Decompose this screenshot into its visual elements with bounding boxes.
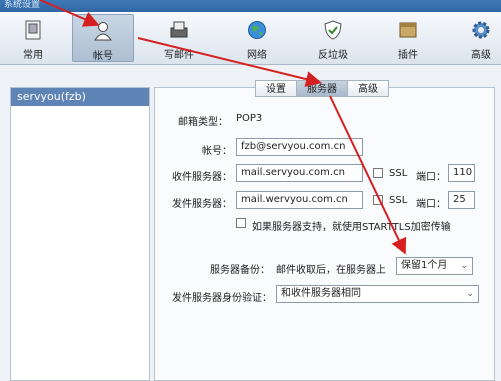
tab-settings[interactable]: 设置 (255, 80, 297, 97)
incoming-server-label: 收件服务器： (172, 172, 232, 183)
toolbar-label-anti-spam: 反垃圾 (318, 50, 348, 61)
outgoing-server-field[interactable]: mail.wervyou.com.cn (236, 191, 363, 209)
server-backup-description: 邮件收取后，在服务器上 (276, 265, 386, 276)
account-label: 帐号： (202, 146, 232, 157)
smtp-auth-label: 发件服务器身份验证： (172, 293, 272, 304)
toolbar-item-account[interactable]: 帐号 (72, 14, 134, 62)
incoming-server-field[interactable]: mail.servyou.com.cn (236, 164, 363, 182)
toolbar-item-common[interactable]: 常用 (2, 14, 64, 62)
settings-panel (154, 87, 495, 381)
toolbar-item-network[interactable]: 网络 (226, 14, 288, 62)
chevron-down-icon: ⌄ (460, 261, 468, 271)
anti-spam-icon (324, 20, 342, 40)
tab-advanced[interactable]: 高级 (347, 80, 389, 97)
starttls-checkbox[interactable] (236, 218, 246, 228)
mailbox-type-value: POP3 (236, 113, 263, 124)
gear-icon (472, 21, 490, 39)
toolbar-label-compose: 写邮件 (164, 50, 194, 61)
mailbox-type-label: 邮箱类型： (178, 117, 228, 128)
account-list-item[interactable]: servyou(fzb) (11, 88, 149, 106)
toolbar-item-compose[interactable]: 写邮件 (148, 14, 210, 62)
account-list: servyou(fzb) (10, 87, 150, 381)
compose-icon (170, 21, 188, 38)
outgoing-port-label: 端口： (416, 199, 446, 210)
smtp-auth-select[interactable]: 和收件服务器相同 ⌄ (276, 285, 479, 303)
account-field[interactable]: fzb@servyou.com.cn (236, 138, 363, 156)
toolbar-item-plugin[interactable]: 插件 (377, 14, 439, 62)
chevron-down-icon: ⌄ (466, 289, 474, 299)
toolbar-item-anti-spam[interactable]: 反垃圾 (302, 14, 364, 62)
account-icon (94, 22, 112, 41)
common-settings-icon (25, 20, 41, 40)
toolbar-label-network: 网络 (247, 50, 267, 61)
plugin-icon (399, 22, 417, 38)
smtp-auth-value: 和收件服务器相同 (281, 288, 361, 299)
server-backup-select[interactable]: 保留1个月 ⌄ (396, 257, 473, 275)
outgoing-ssl-label: SSL (389, 195, 408, 206)
server-backup-label: 服务器备份： (210, 265, 270, 276)
toolbar-label-plugin: 插件 (398, 50, 418, 61)
incoming-ssl-label: SSL (389, 168, 408, 179)
incoming-port-label: 端口： (416, 172, 446, 183)
toolbar: 常用 帐号 写邮件 网络 反垃圾 插件 高级 (0, 12, 501, 65)
network-icon (248, 21, 266, 39)
starttls-label: 如果服务器支持，就使用STARTTLS加密传输 (252, 222, 451, 233)
outgoing-server-label: 发件服务器： (172, 199, 232, 210)
outgoing-ssl-checkbox[interactable] (373, 195, 383, 205)
toolbar-label-common: 常用 (23, 50, 43, 61)
window-title: 系统设置 (0, 0, 501, 12)
outgoing-port-field[interactable]: 25 (448, 191, 475, 209)
server-backup-value: 保留1个月 (401, 260, 448, 271)
toolbar-item-advanced[interactable]: 高级 (450, 14, 501, 62)
incoming-ssl-checkbox[interactable] (373, 168, 383, 178)
tab-server[interactable]: 服务器 (296, 80, 348, 97)
toolbar-label-account: 帐号 (93, 51, 113, 62)
incoming-port-field[interactable]: 110 (448, 164, 475, 182)
tab-bar: 设置 服务器 高级 (255, 80, 389, 97)
toolbar-label-advanced: 高级 (471, 50, 491, 61)
